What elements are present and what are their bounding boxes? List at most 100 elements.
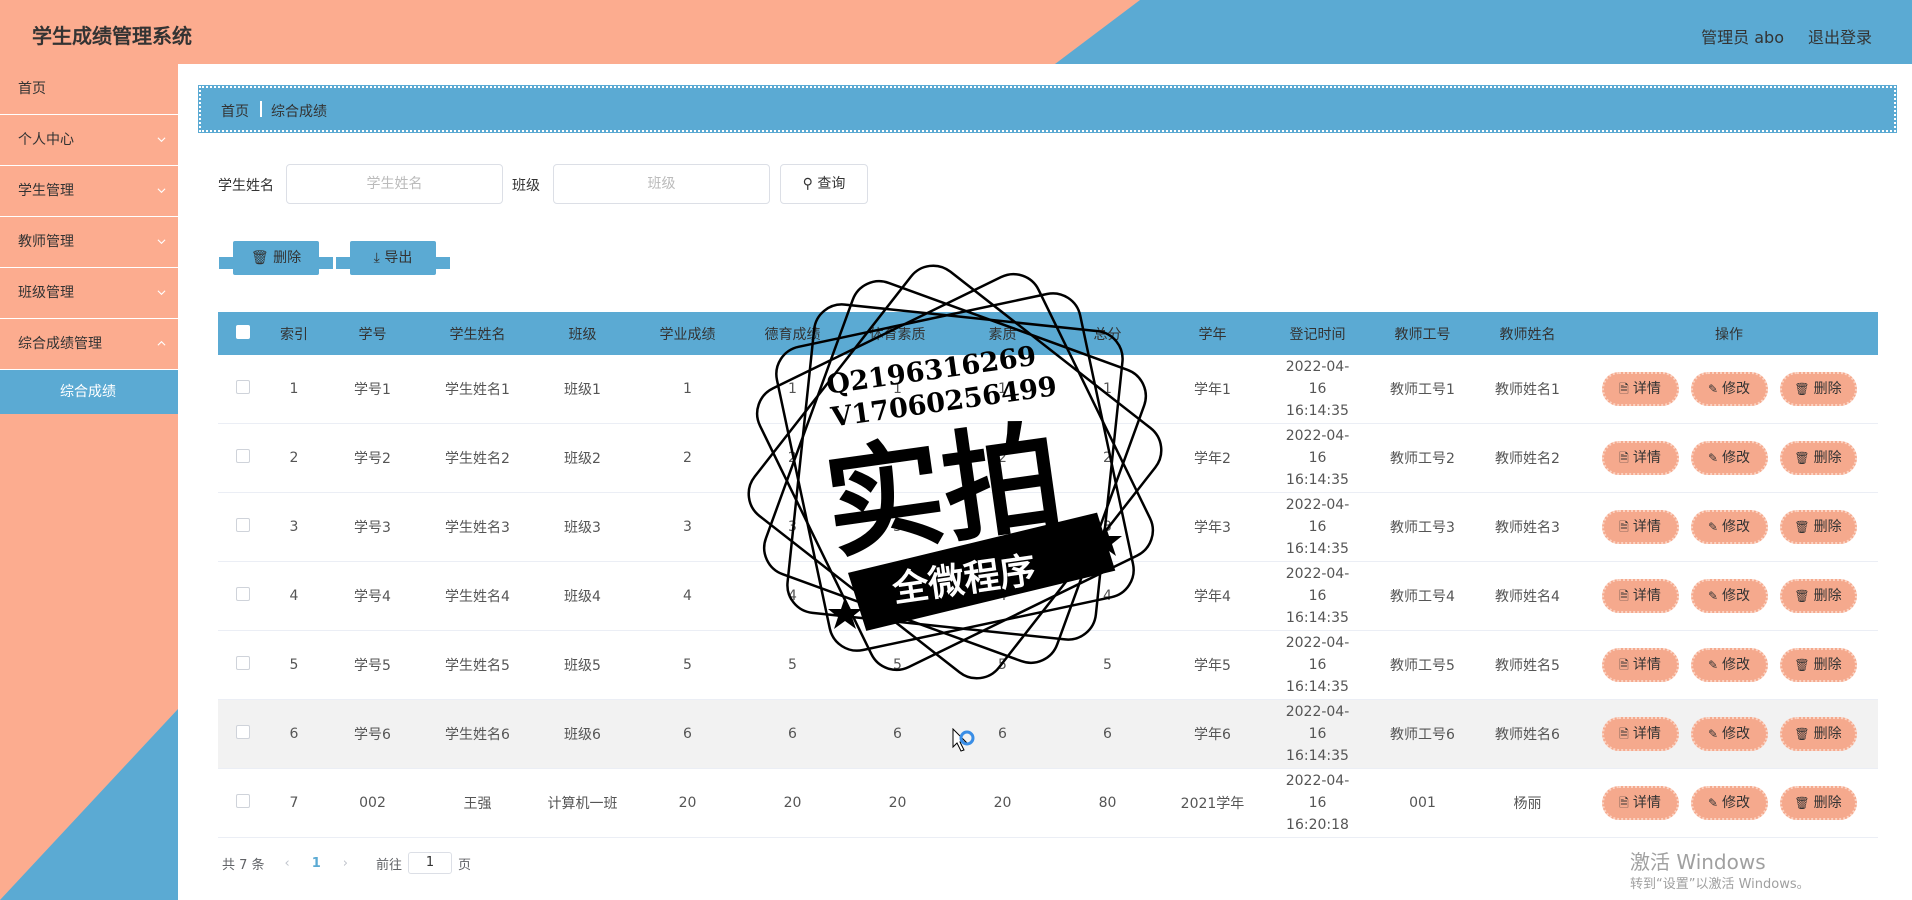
delete-button[interactable]: 🗑 删除: [1779, 786, 1857, 820]
search-button[interactable]: ⚲ 查询: [780, 164, 868, 204]
table-cell: 1: [998, 381, 1007, 397]
table-row: 7 002 王强 计算机一班 20 20 20 20 80 2021学年 2022-04-16 16…: [218, 769, 1878, 838]
page-unit-label: 页: [458, 857, 472, 873]
table-cell: 2022-04-16 16:14:35: [1265, 356, 1370, 422]
trash-icon: 🗑: [1794, 382, 1810, 396]
windows-activation-title: 激活 Windows: [1630, 850, 1766, 874]
sidebar-item-label: 班级管理: [18, 285, 74, 301]
table-cell: 学号6: [354, 727, 391, 743]
table-cell: 教师工号6: [1390, 727, 1455, 743]
edit-button[interactable]: ✎ 修改: [1690, 510, 1768, 544]
table-cell: 2: [893, 450, 902, 466]
delete-button[interactable]: 🗑 删除: [1779, 717, 1857, 751]
sidebar-item-class-management[interactable]: 班级管理: [0, 268, 178, 319]
row-checkbox[interactable]: [236, 449, 250, 463]
table-cell: 5: [893, 657, 902, 673]
chevron-down-icon: [157, 188, 166, 194]
table-cell: 学年5: [1194, 658, 1231, 674]
table-cell: 学号1: [354, 382, 391, 398]
detail-button[interactable]: 🗎 详情: [1601, 579, 1679, 613]
sidebar-subitem-comprehensive-score[interactable]: 综合成绩: [0, 370, 178, 414]
table-cell: 3: [893, 519, 902, 535]
goto-page-input[interactable]: 1: [408, 852, 453, 874]
op-label: 删除: [1813, 726, 1842, 742]
table-cell: 4: [998, 588, 1007, 604]
row-checkbox[interactable]: [236, 794, 250, 808]
table-cell: 2: [289, 450, 299, 466]
col-header: 体育素质: [869, 326, 926, 343]
detail-button[interactable]: 🗎 详情: [1601, 786, 1679, 820]
delete-button[interactable]: 🗑 删除: [1779, 648, 1857, 682]
row-checkbox[interactable]: [236, 587, 250, 601]
table-cell: 教师姓名5: [1495, 658, 1560, 674]
row-checkbox[interactable]: [236, 380, 250, 394]
table-cell: 20: [993, 795, 1012, 811]
trash-icon: 🗑: [1794, 520, 1810, 534]
delete-button[interactable]: 🗑 删除: [1779, 441, 1857, 475]
breadcrumb-home[interactable]: 首页: [221, 101, 249, 121]
student-name-input[interactable]: 学生姓名: [286, 164, 503, 204]
pencil-icon: ✎: [1707, 727, 1719, 741]
sidebar-item-teacher-management[interactable]: 教师管理: [0, 217, 178, 268]
op-label: 修改: [1722, 795, 1751, 811]
document-icon: 🗎: [1619, 589, 1629, 603]
table-row: 2 学号2 学生姓名2 班级2 2 2 2 2 2 学年2 2022-04-16 16:14:35 教…: [218, 424, 1878, 493]
row-checkbox[interactable]: [236, 656, 250, 670]
student-name-label: 学生姓名: [218, 178, 274, 194]
edit-button[interactable]: ✎ 修改: [1690, 441, 1768, 475]
detail-button[interactable]: 🗎 详情: [1601, 510, 1679, 544]
document-icon: 🗎: [1619, 727, 1629, 741]
row-select-cell: [218, 518, 268, 536]
table-row: 1 学号1 学生姓名1 班级1 1 1 1 1 1 学年1 2022-04-16 16:14:35 教…: [218, 355, 1878, 424]
sidebar-item-score-management[interactable]: 综合成绩管理: [0, 319, 178, 370]
delete-button[interactable]: 🗑 删除: [1779, 372, 1857, 406]
logout-link[interactable]: 退出登录: [1808, 24, 1872, 48]
table-cell: 班级5: [564, 658, 601, 674]
table-cell: 教师工号5: [1390, 658, 1455, 674]
table-cell: 1: [1103, 381, 1112, 397]
table-cell: 1: [683, 381, 692, 397]
col-header: 索引: [280, 326, 308, 343]
search-icon: ⚲: [802, 176, 813, 192]
sidebar-item-label: 综合成绩管理: [18, 336, 102, 352]
op-label: 详情: [1632, 588, 1661, 604]
next-page-icon[interactable]: ›: [343, 856, 348, 871]
delete-button[interactable]: 🗑 删除: [1779, 579, 1857, 613]
sidebar-item-personal-center[interactable]: 个人中心: [0, 115, 178, 166]
edit-button[interactable]: ✎ 修改: [1690, 372, 1768, 406]
prev-page-icon[interactable]: ‹: [285, 856, 290, 871]
table-cell: 学生姓名6: [445, 727, 510, 743]
delete-button[interactable]: 🗑 删除: [1779, 510, 1857, 544]
batch-delete-button[interactable]: 🗑 删除: [219, 241, 333, 275]
table-cell: 班级4: [564, 589, 601, 605]
edit-button[interactable]: ✎ 修改: [1690, 717, 1768, 751]
edit-button[interactable]: ✎ 修改: [1690, 786, 1768, 820]
row-checkbox[interactable]: [236, 725, 250, 739]
class-input[interactable]: 班级: [553, 164, 770, 204]
edit-button[interactable]: ✎ 修改: [1690, 579, 1768, 613]
table-header: 索引 学号 学生姓名 班级 学业成绩 德育成绩 体育素质 素质 总分 学年 登记…: [218, 312, 1878, 355]
detail-button[interactable]: 🗎 详情: [1601, 441, 1679, 475]
trash-icon: 🗑: [250, 250, 269, 266]
op-label: 详情: [1632, 519, 1661, 535]
current-user: 管理员 abo: [1701, 28, 1784, 47]
trash-icon: 🗑: [1794, 658, 1810, 672]
table-cell: 4: [893, 588, 902, 604]
sidebar-item-home[interactable]: 首页: [0, 64, 178, 115]
detail-button[interactable]: 🗎 详情: [1601, 372, 1679, 406]
detail-button[interactable]: 🗎 详情: [1601, 717, 1679, 751]
select-all-checkbox[interactable]: [236, 324, 250, 339]
edit-button[interactable]: ✎ 修改: [1690, 648, 1768, 682]
op-label: 详情: [1632, 795, 1661, 811]
page-number[interactable]: 1: [312, 856, 321, 871]
document-icon: 🗎: [1619, 658, 1629, 672]
row-checkbox[interactable]: [236, 518, 250, 532]
table-cell: 学年2: [1194, 451, 1231, 467]
op-label: 修改: [1722, 381, 1751, 397]
table-cell: 4: [1103, 588, 1112, 604]
sidebar-item-student-management[interactable]: 学生管理: [0, 166, 178, 217]
export-button[interactable]: ⤓ 导出: [336, 241, 450, 275]
select-all-cell: [218, 324, 268, 343]
detail-button[interactable]: 🗎 详情: [1601, 648, 1679, 682]
table-cell: 教师姓名3: [1495, 520, 1560, 536]
